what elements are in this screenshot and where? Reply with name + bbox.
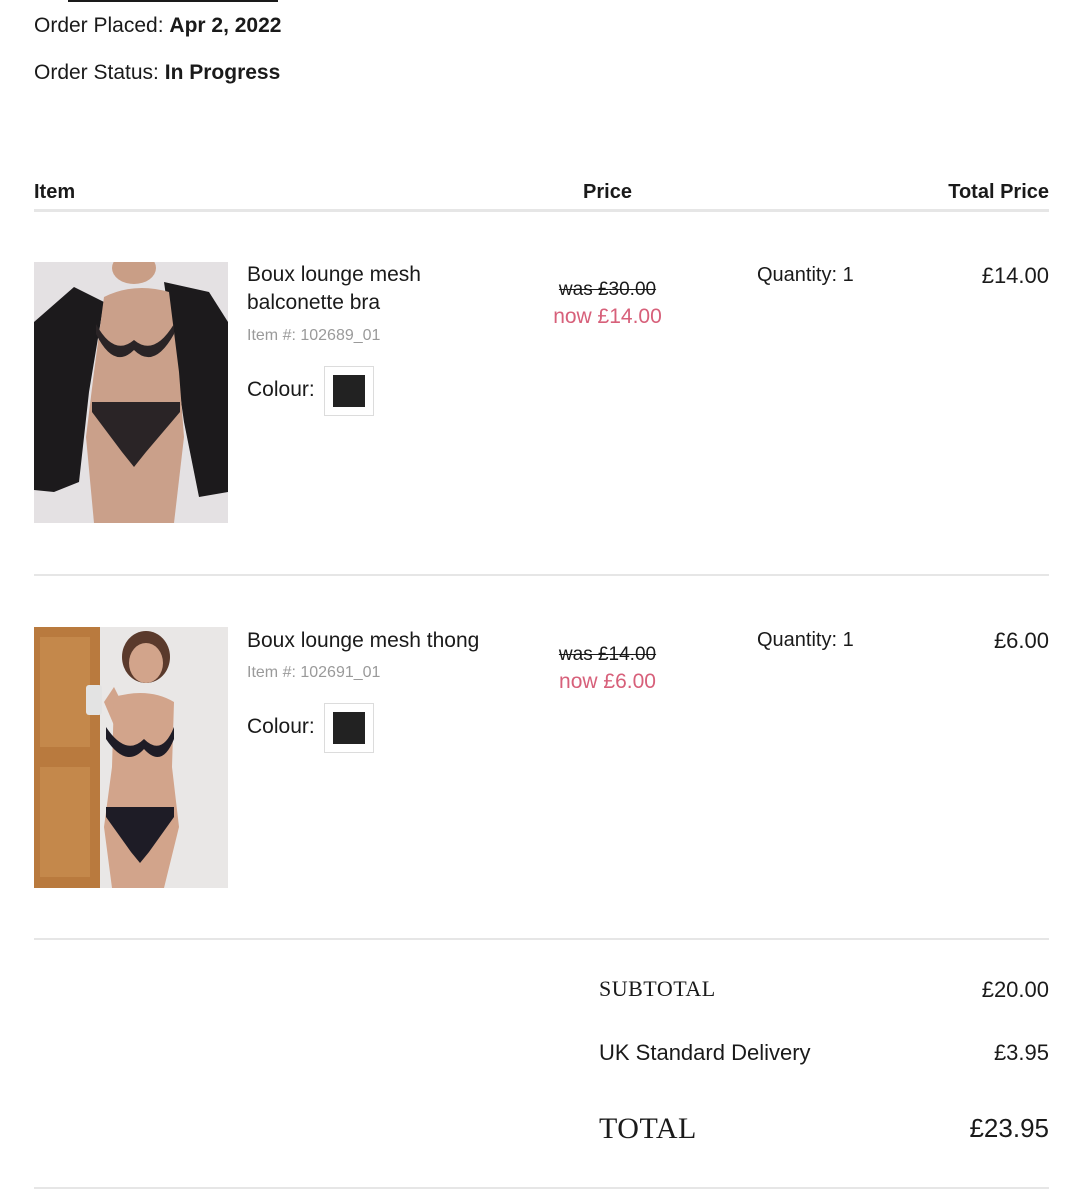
item-number: Item #: 102691_01	[247, 664, 381, 681]
product-image[interactable]	[34, 262, 228, 523]
item-quantity: Quantity: 1	[757, 264, 854, 286]
delivery-value: £3.95	[993, 1040, 1049, 1065]
colour-label: Colour:	[247, 715, 315, 738]
item-total: £6.00	[993, 628, 1049, 653]
colour-swatch	[324, 366, 374, 416]
order-placed-date: Apr 2, 2022	[169, 14, 282, 37]
order-status: Order Status: In Progress	[34, 60, 280, 86]
was-price: was £14.00	[558, 644, 657, 665]
order-status-label: Order Status:	[34, 61, 159, 84]
item-quantity: Quantity: 1	[757, 629, 854, 651]
colour-swatch	[324, 703, 374, 753]
now-price: now £14.00	[553, 305, 662, 328]
summary-divider	[34, 1187, 1049, 1189]
now-price: now £6.00	[559, 670, 656, 693]
item-name[interactable]: Boux lounge mesh thong	[247, 627, 507, 655]
column-header-total-price: Total Price	[948, 181, 1049, 203]
item-price: was £14.00 now £6.00	[520, 642, 695, 696]
item-name[interactable]: Boux lounge mesh balconette bra	[247, 261, 477, 317]
items-divider	[34, 938, 1049, 940]
subtotal-label: SUBTOTAL	[599, 976, 716, 1001]
item-price: was £30.00 now £14.00	[520, 277, 695, 331]
colour-label: Colour:	[247, 378, 315, 401]
item-divider	[34, 574, 1049, 576]
header-divider	[34, 209, 1049, 212]
delivery-label: UK Standard Delivery	[599, 1040, 811, 1065]
item-number: Item #: 102689_01	[247, 327, 381, 344]
was-price: was £30.00	[558, 279, 657, 300]
total-label: TOTAL	[599, 1112, 697, 1145]
order-placed-label: Order Placed:	[34, 14, 164, 37]
product-image[interactable]	[34, 627, 228, 888]
column-header-item: Item	[34, 181, 76, 203]
total-value: £23.95	[969, 1113, 1049, 1143]
column-header-price: Price	[583, 181, 632, 203]
item-total: £14.00	[981, 263, 1049, 288]
top-divider	[68, 0, 278, 2]
order-placed: Order Placed: Apr 2, 2022	[34, 13, 281, 39]
subtotal-value: £20.00	[981, 977, 1049, 1002]
order-status-value: In Progress	[164, 61, 281, 84]
